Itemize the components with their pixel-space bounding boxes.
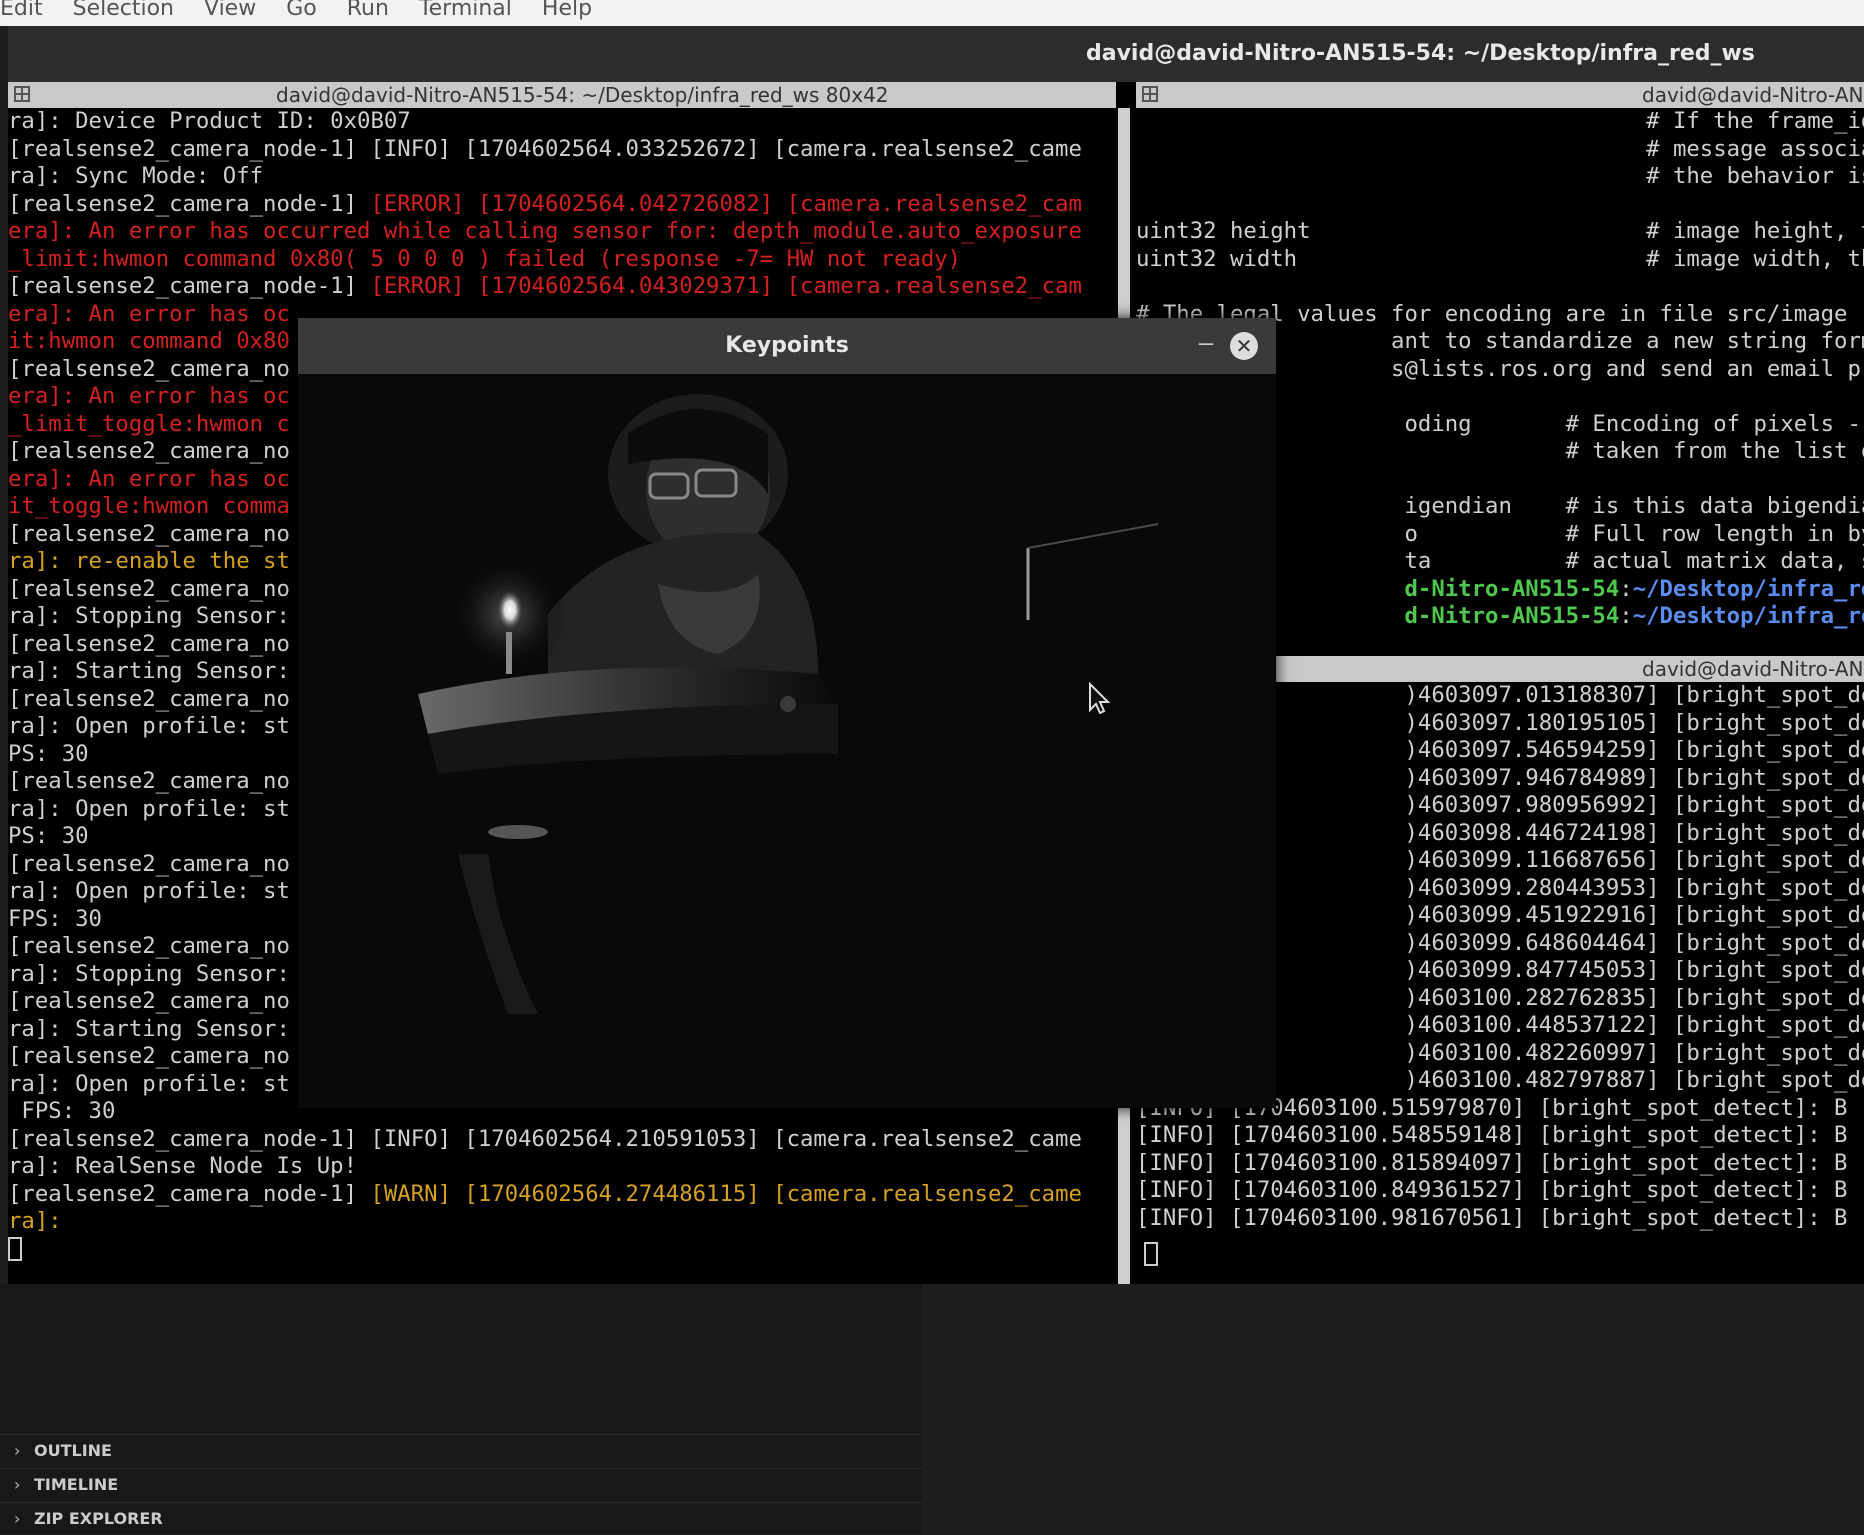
terminal-line: [realsense2_camera_node-1] [WARN] [17046… xyxy=(8,1180,1082,1207)
mouse-pointer-icon xyxy=(1089,682,1111,715)
pane-title: david@david-Nitro-AN xyxy=(1642,657,1864,681)
menu-item-help[interactable]: Help xyxy=(542,0,592,21)
terminal-line: _limit:hwmon command 0x80( 5 0 0 0 ) fai… xyxy=(8,245,962,272)
side-section-outline[interactable]: › OUTLINE xyxy=(0,1434,922,1467)
pane-title: david@david-Nitro-AN xyxy=(1642,83,1864,107)
ide-side-panel: › OUTLINE › TIMELINE › ZIP EXPLORER xyxy=(0,1284,922,1534)
minimize-button[interactable]: – xyxy=(1194,328,1218,358)
terminal-line: ra]: RealSense Node Is Up! xyxy=(8,1153,358,1179)
menu-item-go[interactable]: Go xyxy=(286,0,317,21)
chevron-right-icon: › xyxy=(14,1509,21,1528)
menu-item-view[interactable]: View xyxy=(204,0,256,21)
keypoints-title: Keypoints xyxy=(725,333,849,358)
terminal-line: [INFO] [1704603100.981670561] [bright_sp… xyxy=(1136,1204,1848,1231)
menu-item-run[interactable]: Run xyxy=(347,0,389,21)
side-section-label: TIMELINE xyxy=(34,1475,119,1494)
terminal-line: [realsense2_camera_node-1] [ERROR] [1704… xyxy=(8,273,1082,299)
terminal-line: [realsense2_camera_node-1] [INFO] [17046… xyxy=(8,135,1082,162)
pane-titlebar: david@david-Nitro-AN xyxy=(1136,82,1864,108)
terminal-line: era]: An error has occurred while callin… xyxy=(8,218,1082,244)
terminal-line: [INFO] [1704603100.548559148] [bright_sp… xyxy=(1136,1122,1848,1148)
side-section-label: OUTLINE xyxy=(34,1441,112,1460)
side-section-zip-explorer[interactable]: › ZIP EXPLORER xyxy=(0,1502,922,1535)
chevron-right-icon: › xyxy=(14,1441,21,1460)
keypoints-window[interactable]: Keypoints – ✕ xyxy=(298,318,1276,1108)
terminal-line: ra]: Sync Mode: Off xyxy=(8,163,264,189)
terminator-titlebar: david@david-Nitro-AN515-54: ~/Desktop/in… xyxy=(8,26,1864,82)
grid-icon[interactable] xyxy=(1142,86,1158,102)
terminal-line: ra]: xyxy=(8,1208,62,1234)
terminal-line: # If the frame_id here a xyxy=(1646,108,1864,134)
pane-title: david@david-Nitro-AN515-54: ~/Desktop/in… xyxy=(276,83,889,107)
terminal-line: # message associated wit xyxy=(1646,135,1864,162)
keypoints-titlebar[interactable]: Keypoints xyxy=(298,318,1276,374)
terminal-line: # the behavior is undefi xyxy=(1646,163,1864,189)
terminal-line: [realsense2_camera_node-1] [INFO] [17046… xyxy=(8,1125,1082,1152)
terminal-line: [realsense2_camera_node-1] [ERROR] [1704… xyxy=(8,190,1082,217)
terminal-line: [INFO] [1704603100.815894097] [bright_sp… xyxy=(1136,1149,1848,1176)
terminal-cursor xyxy=(8,1236,1116,1264)
terminal-line: ra]: Device Product ID: 0x0B07 xyxy=(8,108,411,134)
window-title: david@david-Nitro-AN515-54: ~/Desktop/in… xyxy=(1086,41,1755,66)
menu-item-edit[interactable]: Edit xyxy=(0,0,43,21)
ide-menu-bar: Edit Selection View Go Run Terminal Help xyxy=(0,0,1864,26)
chevron-right-icon: › xyxy=(14,1475,21,1494)
side-section-timeline[interactable]: › TIMELINE xyxy=(0,1468,922,1501)
side-section-label: ZIP EXPLORER xyxy=(34,1509,163,1528)
pane-titlebar: david@david-Nitro-AN515-54: ~/Desktop/in… xyxy=(8,82,1116,108)
terminal-line: uint32 width # image width, that is, xyxy=(1136,245,1864,272)
grid-icon[interactable] xyxy=(14,86,30,102)
menu-item-terminal[interactable]: Terminal xyxy=(419,0,512,21)
menu-item-selection[interactable]: Selection xyxy=(73,0,174,21)
terminal-line: [INFO] [1704603100.849361527] [bright_sp… xyxy=(1136,1177,1848,1203)
camera-feed-image xyxy=(298,374,1276,1108)
terminal-cursor xyxy=(1144,1242,1158,1266)
close-button[interactable]: ✕ xyxy=(1230,332,1258,360)
terminal-line: uint32 height # image height, that is, xyxy=(1136,218,1864,244)
